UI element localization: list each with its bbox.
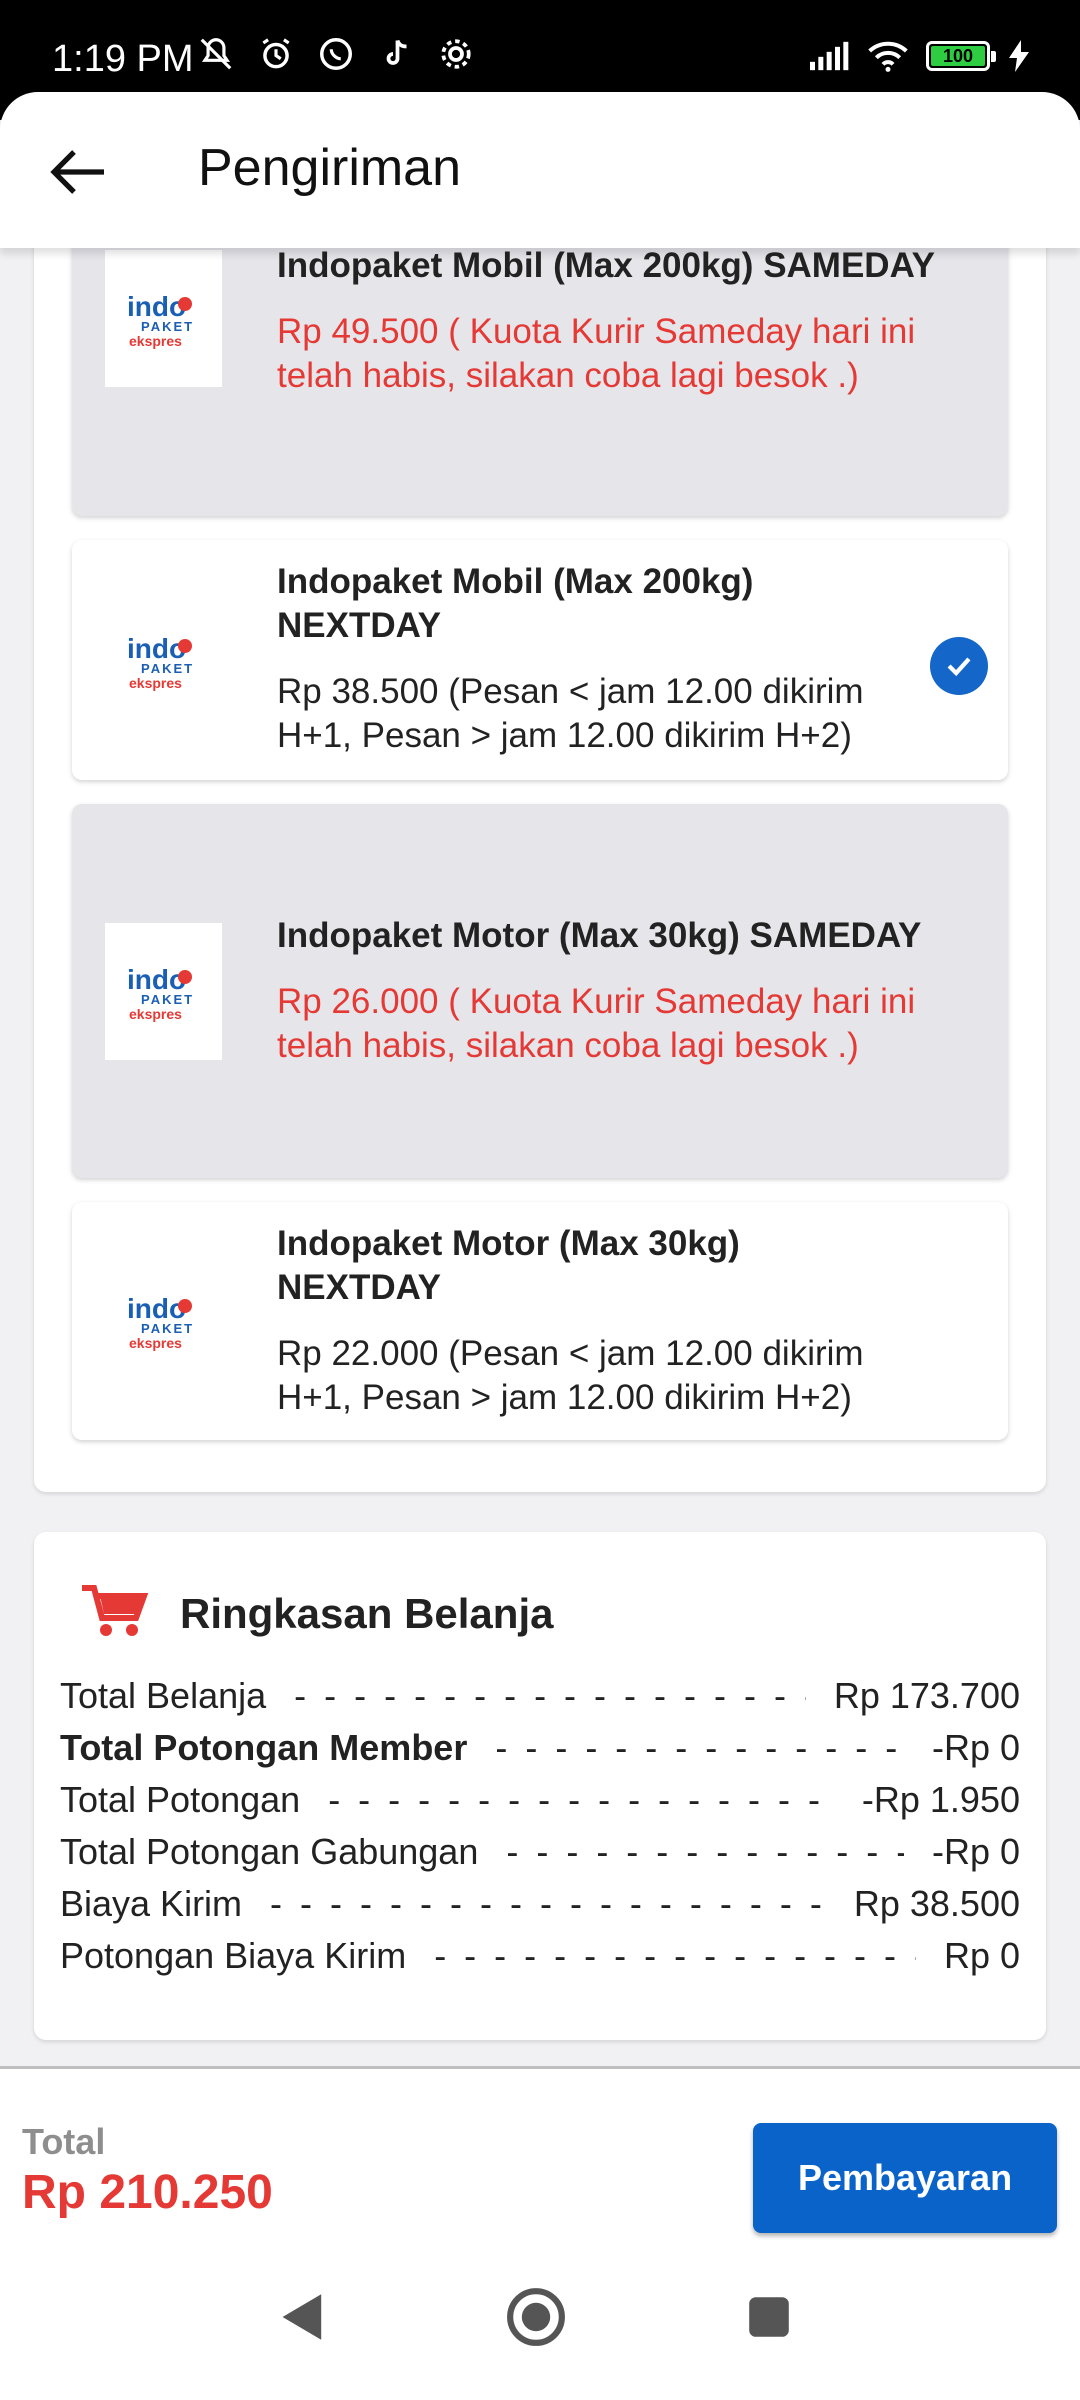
svg-text:PAKET: PAKET [141, 1321, 194, 1336]
charging-icon [1008, 36, 1030, 76]
checkout-bar: Total Rp 210.250 Pembayaran [0, 2066, 1080, 2245]
summary-row: Biaya Kirim - - - - - - - - - - - - - - … [60, 1878, 1020, 1930]
svg-text:PAKET: PAKET [141, 319, 194, 334]
dotted-leader: - - - - - - - - - - - - - - - - - - - - … [434, 1935, 916, 1976]
svg-text:indo: indo [127, 291, 186, 322]
summary-label: Total Potongan Gabungan [60, 1831, 479, 1872]
payment-button[interactable]: Pembayaran [753, 2123, 1057, 2233]
battery-level: 100 [942, 46, 974, 66]
dotted-leader: - - - - - - - - - - - - - - - - - - - - … [294, 1675, 806, 1716]
shipping-option-title: Indopaket Mobil (Max 200kg) SAMEDAY [277, 246, 935, 285]
page-title: Pengiriman [198, 139, 462, 197]
total-value: Rp 210.250 [22, 2166, 273, 2219]
summary-title: Ringkasan Belanja [180, 1589, 554, 1637]
triangle-back-icon [282, 2294, 322, 2340]
cart-icon [80, 1582, 150, 1645]
indopaket-logo: indo PAKET ekspres [105, 250, 222, 387]
svg-text:indo: indo [127, 964, 186, 995]
summary-value: Rp 38.500 [853, 1883, 1020, 1924]
svg-text:PAKET: PAKET [141, 661, 194, 676]
svg-text:ekspres: ekspres [129, 1006, 182, 1022]
svg-text:PAKET: PAKET [141, 992, 194, 1007]
check-icon [930, 637, 988, 695]
dotted-leader: - - - - - - - - - - - - - - - - - - - - … [328, 1779, 834, 1820]
summary-value: Rp 0 [943, 1935, 1020, 1976]
summary-label: Total Potongan Member [60, 1727, 468, 1768]
total-label: Total [22, 2121, 106, 2162]
shipping-options-panel: indo PAKET ekspres Indopaket Mobil (Max … [34, 210, 1046, 1492]
shipping-option-description: Rp 38.500 (Pesan < jam 12.00 dikirim H+1… [277, 672, 864, 755]
nav-home-button[interactable] [491, 2272, 581, 2362]
summary-value: -Rp 1.950 [861, 1779, 1020, 1820]
dotted-leader: - - - - - - - - - - - - - - - - - - - - … [506, 1831, 904, 1872]
svg-text:ekspres: ekspres [129, 675, 182, 691]
summary-row: Potongan Biaya Kirim - - - - - - - - - -… [60, 1930, 1020, 1982]
wifi-icon [868, 36, 908, 76]
nav-recents-button[interactable] [724, 2272, 814, 2362]
arrow-left-icon [50, 150, 104, 194]
tiktok-icon [376, 34, 416, 74]
system-nav-bar [0, 2242, 1080, 2400]
square-recents-icon [749, 2297, 789, 2337]
summary-rows: Total Belanja - - - - - - - - - - - - - … [60, 1670, 1020, 1982]
shipping-option-mobil-sameday[interactable]: indo PAKET ekspres Indopaket Mobil (Max … [72, 210, 1008, 516]
svg-text:ekspres: ekspres [129, 1335, 182, 1351]
summary-row: Total Potongan - - - - - - - - - - - - -… [60, 1774, 1020, 1826]
muted-icon [196, 34, 236, 74]
battery-icon: 100 [926, 41, 996, 71]
whatsapp-icon [316, 34, 356, 74]
dotted-leader: - - - - - - - - - - - - - - - - - - - - … [270, 1883, 826, 1924]
shipping-option-description: Rp 49.500 ( Kuota Kurir Sameday hari ini… [277, 312, 916, 395]
summary-value: -Rp 0 [931, 1831, 1020, 1872]
status-time: 1:19 PM [52, 38, 194, 80]
indopaket-logo: indo PAKET ekspres [105, 1252, 222, 1389]
summary-row: Total Potongan Gabungan - - - - - - - - … [60, 1826, 1020, 1878]
svg-text:ekspres: ekspres [129, 333, 182, 349]
svg-text:indo: indo [127, 633, 186, 664]
back-button[interactable] [38, 132, 118, 212]
summary-value: -Rp 0 [931, 1727, 1020, 1768]
circle-home-icon [507, 2288, 565, 2346]
shipping-option-title: Indopaket Mobil (Max 200kg) NEXTDAY [277, 562, 754, 645]
app-bar: Pengiriman [0, 92, 1080, 248]
signal-icon [810, 36, 850, 76]
shipping-option-motor-sameday[interactable]: indo PAKET ekspres Indopaket Motor (Max … [72, 804, 1008, 1178]
shipping-option-description: Rp 26.000 ( Kuota Kurir Sameday hari ini… [277, 982, 916, 1065]
shipping-option-title: Indopaket Motor (Max 30kg) NEXTDAY [277, 1224, 740, 1307]
indopaket-logo: indo PAKET ekspres [105, 923, 222, 1060]
shipping-option-description: Rp 22.000 (Pesan < jam 12.00 dikirim H+1… [277, 1334, 864, 1417]
nav-back-button[interactable] [258, 2272, 348, 2362]
summary-row: Total Potongan Member - - - - - - - - - … [60, 1722, 1020, 1774]
shipping-option-mobil-nextday[interactable]: indo PAKET ekspres Indopaket Mobil (Max … [72, 540, 1008, 780]
summary-label: Total Potongan [60, 1779, 301, 1820]
dotted-leader: - - - - - - - - - - - - - - - - - - - - … [495, 1727, 904, 1768]
shipping-option-title: Indopaket Motor (Max 30kg) SAMEDAY [277, 916, 922, 955]
summary-label: Total Belanja [60, 1675, 267, 1716]
svg-text:indo: indo [127, 1293, 186, 1324]
order-summary-panel: Ringkasan Belanja Total Belanja - - - - … [34, 1532, 1046, 2040]
summary-label: Potongan Biaya Kirim [60, 1935, 407, 1976]
settings-icon [436, 34, 476, 74]
summary-value: Rp 173.700 [833, 1675, 1020, 1716]
shipping-option-motor-nextday[interactable]: indo PAKET ekspres Indopaket Motor (Max … [72, 1202, 1008, 1440]
alarm-icon [256, 34, 296, 74]
summary-label: Biaya Kirim [60, 1883, 243, 1924]
summary-row: Total Belanja - - - - - - - - - - - - - … [60, 1670, 1020, 1722]
indopaket-logo: indo PAKET ekspres [105, 592, 222, 729]
